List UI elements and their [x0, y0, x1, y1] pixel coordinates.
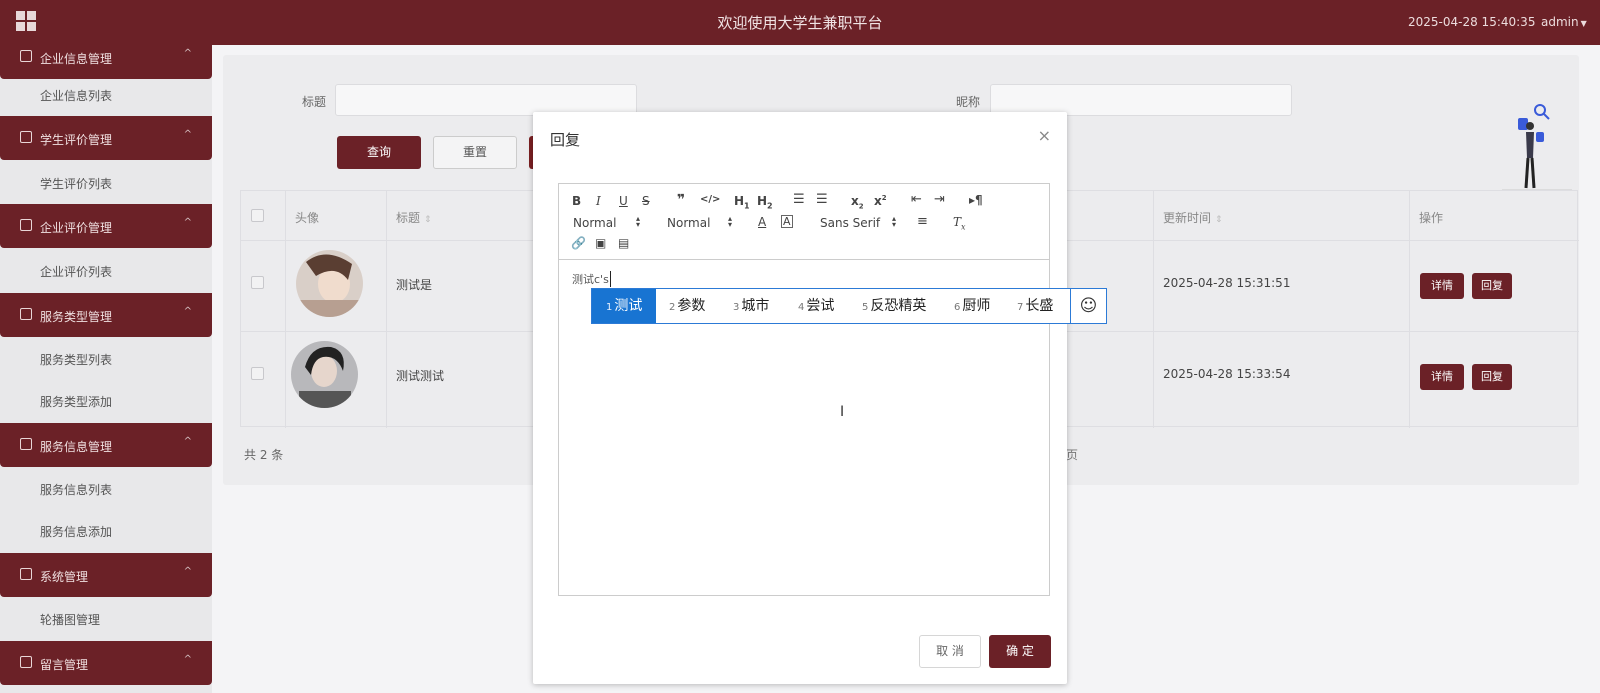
background-color-icon[interactable]: A	[781, 215, 793, 228]
ime-candidate-text: 城市	[741, 298, 770, 314]
ime-candidate-number: 3	[733, 302, 740, 313]
cancel-button[interactable]: 取 消	[919, 635, 981, 668]
italic-icon[interactable]: I	[596, 194, 601, 208]
emoji-icon[interactable]: ☺	[1070, 289, 1106, 323]
ime-candidate-number: 5	[862, 302, 869, 313]
editor-text[interactable]: 测试c's	[572, 271, 611, 287]
ime-candidate-text: 参数	[677, 298, 706, 314]
size-select[interactable]: Normal ▴ ▾	[667, 215, 732, 231]
ime-candidate-text: 长盛	[1025, 298, 1054, 314]
ime-candidate-text: 反恐精英	[870, 298, 927, 314]
header-select-value: Normal	[573, 216, 617, 230]
image-icon[interactable]: ▣	[595, 236, 606, 250]
ime-candidate[interactable]: 6 厨师	[954, 289, 990, 323]
ime-candidate-text: 测试	[614, 298, 643, 314]
confirm-button[interactable]: 确 定	[989, 635, 1051, 668]
ime-candidate[interactable]: 4 尝试	[798, 289, 834, 323]
header-1-icon[interactable]: H1	[734, 194, 750, 210]
ordered-list-icon[interactable]: ☰	[793, 192, 805, 207]
outdent-icon[interactable]: ⇤	[911, 192, 922, 207]
ime-candidate[interactable]: 3 城市	[733, 289, 769, 323]
font-select-value: Sans Serif	[820, 216, 881, 230]
indent-icon[interactable]: ⇥	[934, 192, 945, 207]
bold-icon[interactable]: B	[572, 194, 581, 208]
header-2-icon[interactable]: H2	[757, 194, 773, 210]
updown-icon: ▴ ▾	[728, 214, 733, 229]
video-icon[interactable]: ▤	[618, 236, 629, 250]
code-block-icon[interactable]: </>	[700, 194, 720, 205]
bullet-list-icon[interactable]: ☰	[816, 192, 828, 207]
ime-candidate-number: 4	[798, 302, 805, 313]
clear-format-icon[interactable]: Tx	[953, 215, 966, 231]
editor-toolbar: B I U S ❞ </> H1 H2 ☰ ☰ x2 x2 ⇤ ⇥ ▸¶ Nor…	[559, 184, 1049, 260]
ime-candidate-number: 1	[606, 302, 613, 313]
link-icon[interactable]: 🔗	[571, 236, 586, 250]
ime-candidate[interactable]: 1 测试	[592, 289, 656, 323]
close-icon[interactable]: ×	[1038, 126, 1051, 145]
reply-dialog: 回复 × B I U S ❞ </> H1 H2 ☰ ☰ x2 x2 ⇤ ⇥ ▸…	[533, 112, 1067, 684]
blockquote-icon[interactable]: ❞	[677, 192, 685, 208]
align-left-icon[interactable]: ≡	[917, 214, 928, 229]
header-select[interactable]: Normal ▴ ▾	[573, 215, 640, 231]
superscript-icon[interactable]: x2	[874, 194, 887, 208]
text-direction-icon[interactable]: ▸¶	[969, 193, 983, 207]
dialog-title: 回复	[550, 131, 581, 149]
font-select[interactable]: Sans Serif ▴ ▾	[820, 215, 896, 231]
ime-candidate[interactable]: 7 长盛	[1017, 289, 1053, 323]
updown-icon: ▴ ▾	[636, 214, 641, 229]
text-cursor-icon: I	[840, 404, 845, 420]
text-color-icon[interactable]: A	[758, 215, 766, 229]
updown-icon: ▴ ▾	[892, 214, 897, 229]
subscript-icon[interactable]: x2	[851, 194, 864, 210]
size-select-value: Normal	[667, 216, 711, 230]
ime-candidate[interactable]: 5 反恐精英	[862, 289, 926, 323]
underline-icon[interactable]: U	[619, 194, 628, 208]
ime-candidate-text: 厨师	[962, 298, 991, 314]
ime-candidate-text: 尝试	[806, 298, 835, 314]
rich-text-editor: B I U S ❞ </> H1 H2 ☰ ☰ x2 x2 ⇤ ⇥ ▸¶ Nor…	[558, 183, 1050, 596]
ime-candidate-number: 6	[954, 302, 961, 313]
strikethrough-icon[interactable]: S	[642, 194, 650, 208]
ime-candidate-bar: 1 测试 2 参数 3 城市 4 尝试 5 反恐精英 6 厨师 7 长盛 ☺	[591, 288, 1107, 324]
ime-candidate-number: 7	[1017, 302, 1024, 313]
ime-candidate[interactable]: 2 参数	[669, 289, 705, 323]
ime-candidate-number: 2	[669, 302, 676, 313]
